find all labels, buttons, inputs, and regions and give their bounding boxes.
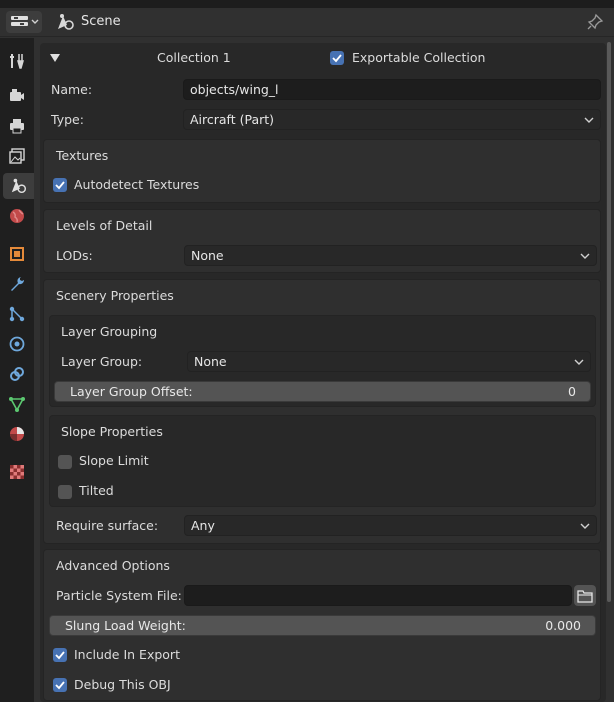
type-label: Type: [51,112,84,127]
particles-icon [9,306,24,322]
tab-material[interactable] [3,421,30,447]
tab-view-layer[interactable] [3,143,30,169]
tilted-label: Tilted [79,483,114,498]
object-icon [9,247,24,261]
scenery-heading: Scenery Properties [56,288,174,303]
texture-icon [9,465,24,479]
checkmark-icon [55,651,65,660]
render-icon [9,89,24,101]
chevron-down-icon [574,359,584,365]
particle-file-label: Particle System File: [56,588,182,603]
layer-group-offset-field[interactable]: Layer Group Offset: 0 [54,381,591,402]
advanced-heading: Advanced Options [56,558,170,573]
tab-tool[interactable] [3,48,30,74]
slung-load-weight-label: Slung Load Weight: [65,618,186,633]
name-field[interactable]: objects/wing_l [183,79,601,100]
layer-group-select[interactable]: None [187,351,591,372]
top-strip [0,0,614,8]
tilted-checkbox[interactable] [58,485,72,499]
lods-select[interactable]: None [184,245,597,266]
exportable-label: Exportable Collection [352,50,486,65]
chevron-down-icon [580,253,590,259]
layer-group-select-value: None [194,354,227,369]
view-layer-icon [8,148,25,164]
header-title: Scene [81,14,121,29]
require-surface-select[interactable]: Any [184,515,597,536]
slope-heading: Slope Properties [61,424,163,439]
textures-box: Textures Autodetect Textures [43,139,601,203]
scene-icon [58,14,74,30]
lod-box: Levels of Detail LODs: None [43,209,601,273]
checkmark-icon [55,681,65,690]
slope-limit-checkbox[interactable] [58,455,72,469]
slung-load-weight-value: 0.000 [545,618,581,633]
browse-file-button[interactable] [574,585,596,606]
layer-grouping-heading: Layer Grouping [61,324,158,339]
output-icon [9,119,24,134]
world-icon [9,209,24,223]
layer-group-offset-label: Layer Group Offset: [70,384,193,399]
textures-heading: Textures [56,148,109,163]
tab-particles[interactable] [3,301,30,327]
tab-world[interactable] [3,203,30,229]
tab-constraints[interactable] [3,361,30,387]
tab-modifier[interactable] [3,271,30,297]
physics-icon [9,336,24,352]
scenery-box: Scenery Properties Layer Grouping Layer … [43,279,601,544]
layer-group-label: Layer Group: [61,354,143,369]
layer-group-offset-value: 0 [568,384,576,399]
slope-box: Slope Properties Slope Limit Tilted [49,415,596,507]
collection-title: Collection 1 [157,50,231,65]
slung-load-weight-field[interactable]: Slung Load Weight: 0.000 [49,615,596,636]
debug-obj-label: Debug This OBJ [74,677,171,692]
advanced-box: Advanced Options Particle System File: S… [43,549,601,701]
checkmark-icon [332,54,342,63]
slope-limit-label: Slope Limit [79,453,149,468]
editor-type-icon [11,16,39,26]
lod-heading: Levels of Detail [56,218,153,233]
chevron-down-icon [580,523,590,529]
collapse-triangle-icon[interactable] [50,54,60,62]
include-in-export-label: Include In Export [74,647,180,662]
autodetect-textures-checkbox[interactable] [53,178,67,192]
exportable-checkbox[interactable] [330,51,344,65]
scrollbar[interactable] [607,42,611,602]
include-in-export-checkbox[interactable] [53,648,67,662]
autodetect-textures-label: Autodetect Textures [74,177,200,192]
debug-obj-checkbox[interactable] [53,678,67,692]
require-surface-value: Any [191,518,215,533]
type-select[interactable]: Aircraft (Part) [183,109,601,130]
properties-tab-bar [0,38,34,702]
lods-select-value: None [191,248,224,263]
properties-header: Scene [0,8,614,37]
constraints-icon [9,367,24,381]
data-icon [8,397,25,412]
chevron-down-icon [584,117,594,123]
scene-tab-icon [11,178,26,194]
tab-object[interactable] [3,241,30,267]
tab-output[interactable] [3,113,30,139]
tab-scene[interactable] [3,173,34,199]
collection-panel: Collection 1 Exportable Collection Name:… [40,43,606,702]
folder-icon [577,589,593,603]
checkmark-icon [55,181,65,190]
modifier-icon [10,277,24,291]
type-select-value: Aircraft (Part) [190,112,275,127]
tool-icon [9,54,24,69]
tab-data[interactable] [3,391,30,417]
pin-icon[interactable] [586,13,604,31]
name-label: Name: [51,82,93,97]
tab-render[interactable] [3,83,30,109]
tab-texture[interactable] [3,459,30,485]
tab-physics[interactable] [3,331,30,357]
editor-type-button[interactable] [6,11,42,33]
lods-label: LODs: [56,248,93,263]
material-icon [9,427,24,441]
layer-grouping-box: Layer Grouping Layer Group: None Layer G… [49,315,596,407]
particle-file-field[interactable] [184,585,572,606]
require-surface-label: Require surface: [56,518,159,533]
